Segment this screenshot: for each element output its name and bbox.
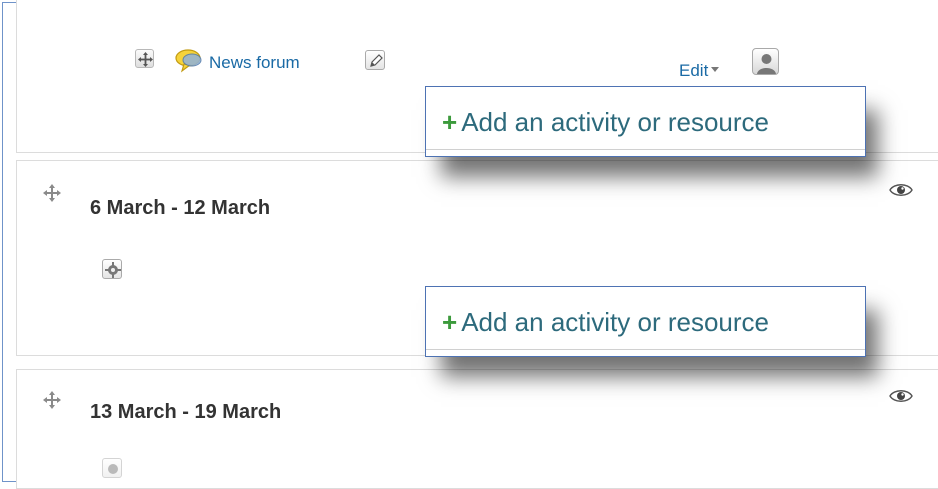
role-icon[interactable] — [752, 48, 779, 75]
plus-icon: + — [442, 307, 458, 337]
section-title: 13 March - 19 March — [90, 401, 282, 423]
settings-gear-icon[interactable] — [102, 259, 122, 279]
forum-icon — [175, 49, 202, 73]
section-week-2: 13 March - 19 March — [16, 369, 938, 489]
edit-menu-label[interactable]: Edit — [679, 61, 708, 80]
add-activity-label[interactable]: Add an activity or resource — [461, 107, 769, 137]
add-activity-link[interactable]: + Add an activity or resource — [442, 107, 769, 138]
plus-icon: + — [442, 107, 458, 137]
move-icon[interactable] — [135, 49, 154, 68]
eye-icon[interactable] — [889, 182, 913, 198]
move-icon[interactable] — [42, 183, 62, 203]
add-activity-link[interactable]: + Add an activity or resource — [442, 307, 769, 338]
divider — [426, 149, 865, 150]
eye-icon[interactable] — [889, 388, 913, 404]
edit-title-icon[interactable] — [365, 50, 385, 70]
edit-menu[interactable]: Edit — [679, 61, 720, 81]
add-activity-popup: + Add an activity or resource — [425, 286, 866, 357]
divider — [426, 349, 865, 350]
chevron-down-icon — [711, 67, 720, 72]
news-forum-link[interactable]: News forum — [209, 53, 300, 73]
settings-gear-icon[interactable] — [102, 458, 122, 478]
add-activity-label[interactable]: Add an activity or resource — [461, 307, 769, 337]
move-icon[interactable] — [42, 390, 62, 410]
add-activity-popup: + Add an activity or resource — [425, 86, 866, 157]
section-title: 6 March - 12 March — [90, 197, 271, 219]
